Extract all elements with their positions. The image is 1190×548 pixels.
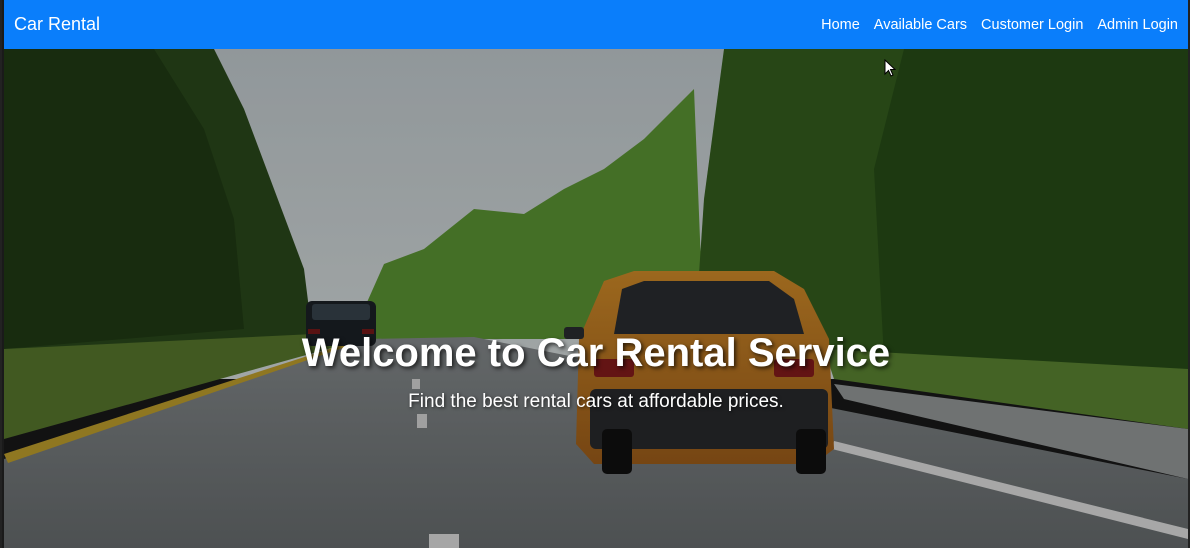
hero-section: Welcome to Car Rental Service Find the b… — [4, 49, 1188, 548]
nav-links: Home Available Cars Customer Login Admin… — [807, 17, 1178, 33]
brand-link[interactable]: Car Rental — [14, 14, 100, 35]
nav-customer-login-link[interactable]: Customer Login — [981, 17, 1083, 33]
navbar: Car Rental Home Available Cars Customer … — [4, 0, 1188, 49]
nav-admin-login-link[interactable]: Admin Login — [1097, 17, 1178, 33]
nav-available-cars-link[interactable]: Available Cars — [874, 17, 967, 33]
browser-viewport: Car Rental Home Available Cars Customer … — [0, 0, 1190, 548]
nav-home-link[interactable]: Home — [821, 17, 860, 33]
hero-title: Welcome to Car Rental Service — [301, 331, 891, 375]
hero-subtitle: Find the best rental cars at affordable … — [408, 391, 784, 412]
hero-overlay — [4, 49, 1188, 548]
mouse-cursor-icon — [884, 59, 896, 77]
